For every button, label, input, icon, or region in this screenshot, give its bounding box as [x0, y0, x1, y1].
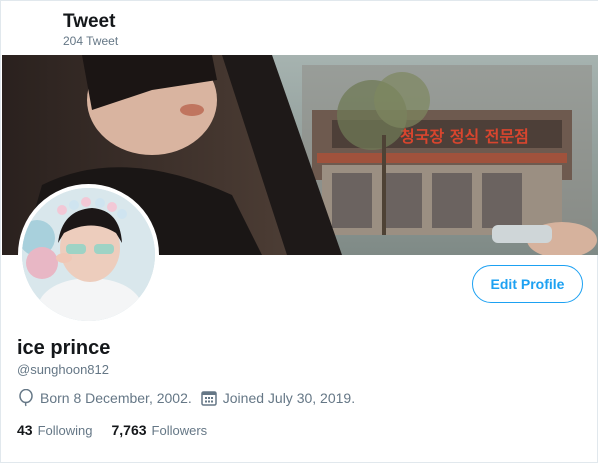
- birthday-item: Born 8 December, 2002.: [17, 389, 192, 407]
- profile-avatar[interactable]: [18, 184, 159, 325]
- followers-label: Followers: [151, 423, 208, 438]
- user-handle: @sunghoon812: [17, 362, 109, 377]
- top-header: Tweet 204 Tweet: [1, 1, 598, 55]
- calendar-icon: [200, 389, 218, 407]
- avatar-photo: [22, 188, 155, 321]
- following-label: Following: [37, 423, 93, 438]
- profile-meta: Born 8 December, 2002. Joined July 30, 2…: [17, 389, 363, 407]
- follow-stats: 43 Following 7,763 Followers: [17, 422, 226, 438]
- balloon-icon: [17, 389, 35, 407]
- followers-count: 7,763: [111, 422, 147, 438]
- following-count: 43: [17, 422, 33, 438]
- header-title: Tweet: [63, 11, 116, 32]
- followers-link[interactable]: 7,763 Followers: [112, 422, 208, 438]
- joined-text: Joined July 30, 2019.: [222, 390, 356, 406]
- profile-page: Tweet 204 Tweet 청국장 정식 전문점 Edit Profile …: [0, 0, 598, 463]
- joined-item: Joined July 30, 2019.: [200, 389, 355, 407]
- edit-profile-button[interactable]: Edit Profile: [472, 265, 583, 303]
- following-link[interactable]: 43 Following: [17, 422, 93, 438]
- banner-sign-text: 청국장 정식 전문점: [400, 127, 529, 146]
- tweet-count: 204 Tweet: [63, 34, 119, 48]
- display-name: ice prince: [17, 337, 111, 359]
- birthday-text: Born 8 December, 2002.: [40, 390, 192, 406]
